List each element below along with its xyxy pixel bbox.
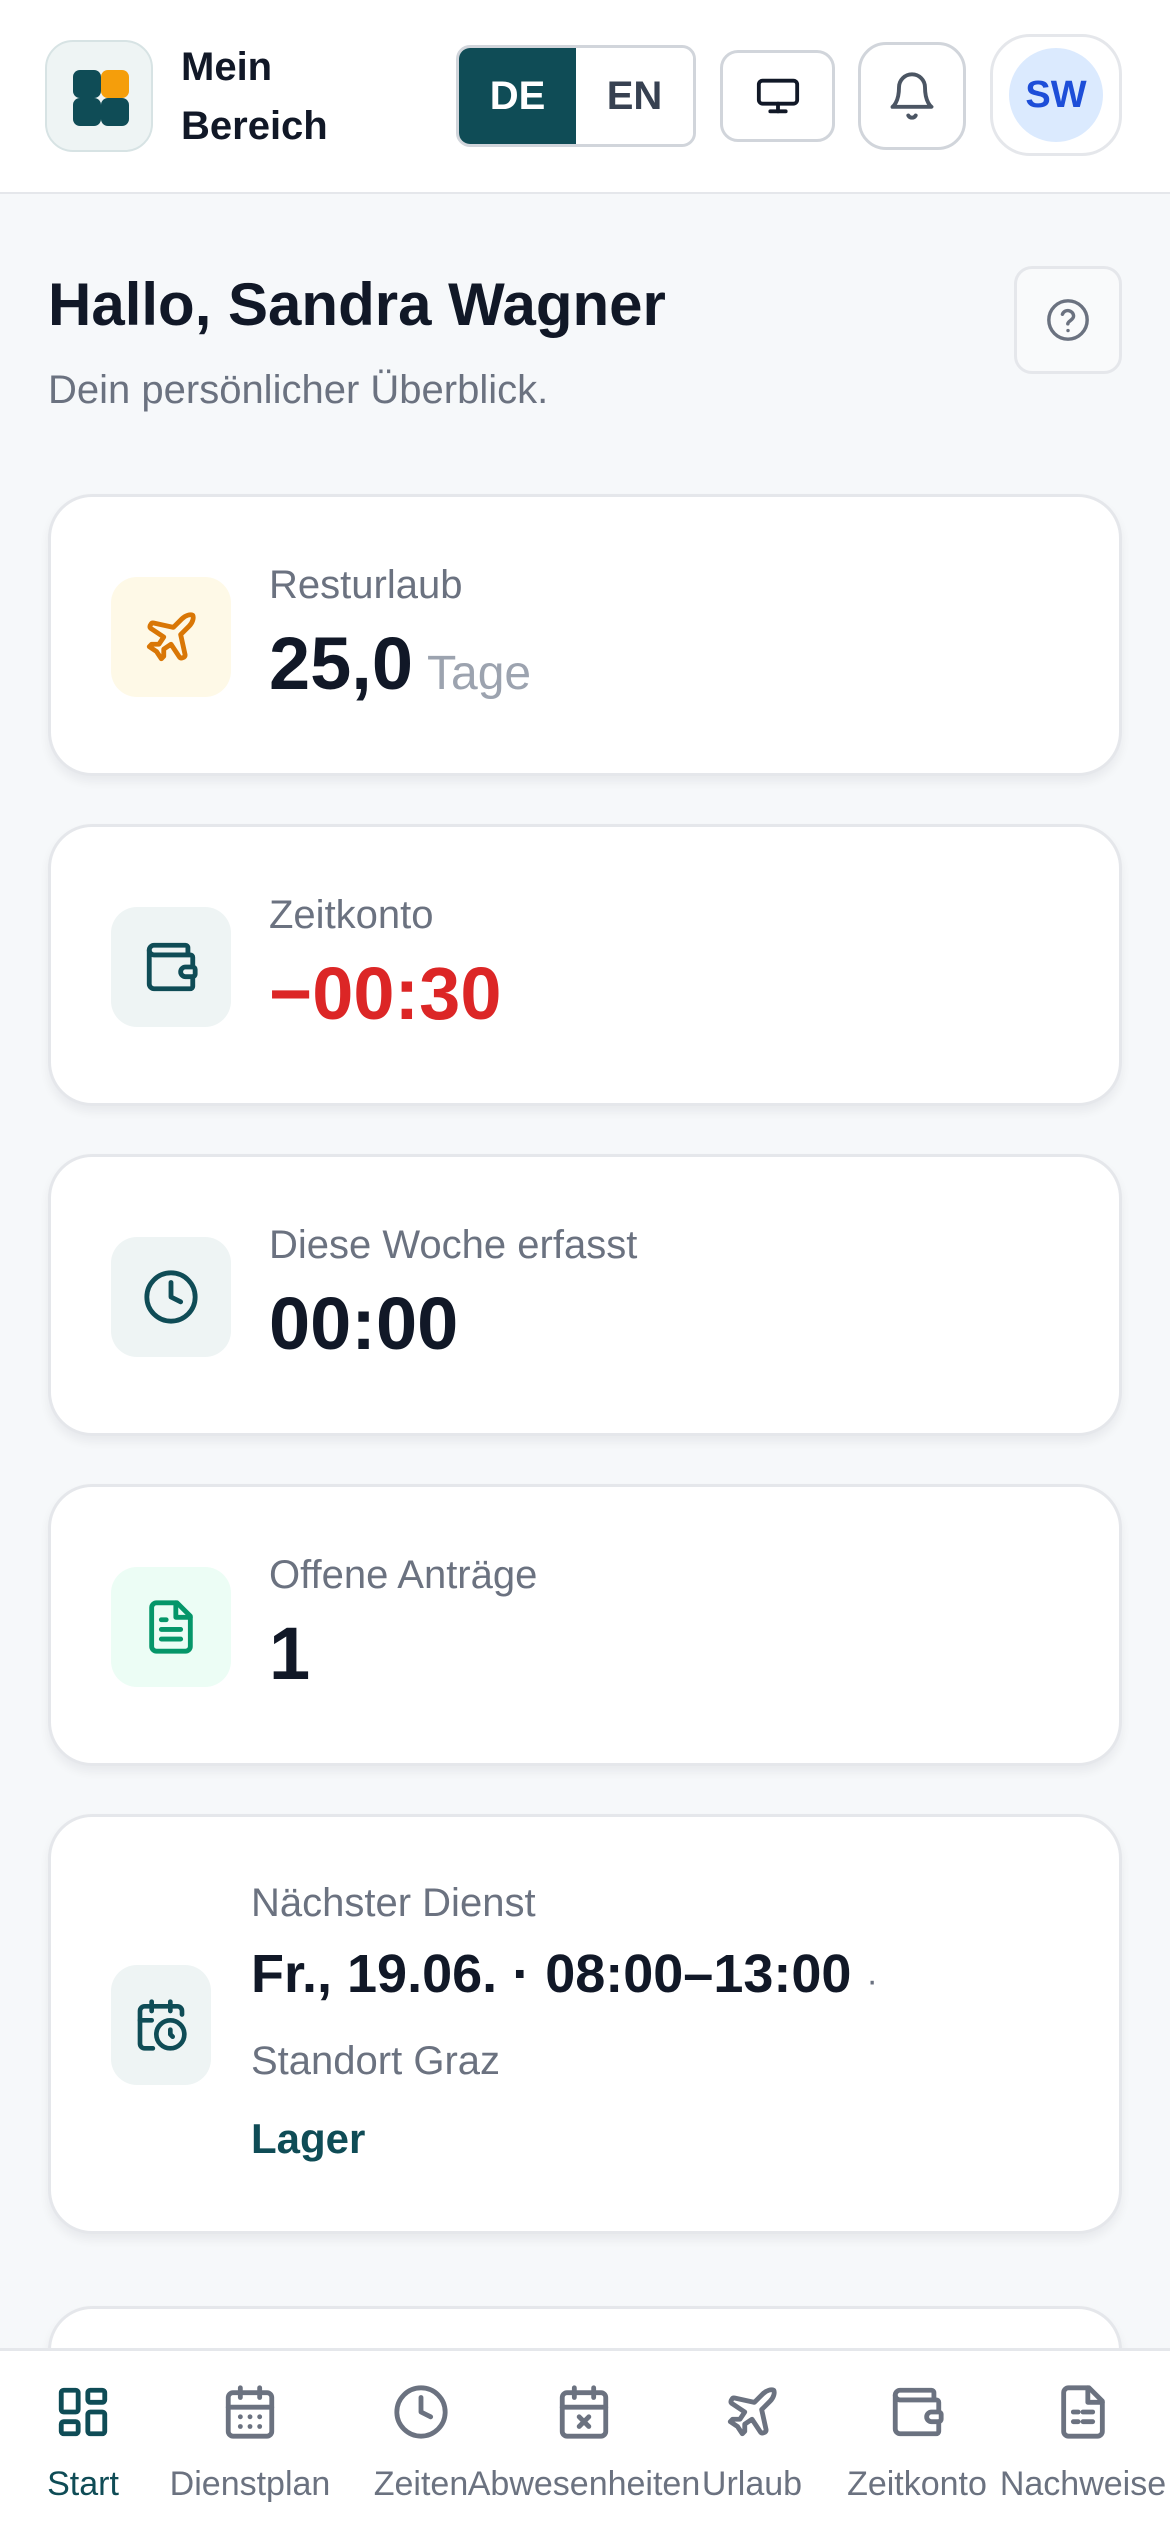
calendar-grid-icon	[225, 2385, 275, 2439]
language-switch: DE EN	[456, 45, 696, 147]
nav-item-zeitkonto[interactable]: Zeitkonto	[842, 2379, 992, 2519]
grid-logo-icon[interactable]	[45, 40, 153, 152]
next-shift-time: 08:00–13:00	[545, 1944, 852, 2004]
nav-label-abwesenheiten: Abwesenheiten	[467, 2465, 701, 2503]
next-shift-card[interactable]: Nächster Dienst Fr., 19.06. · 08:00–13:0…	[48, 1814, 1122, 2234]
nav-label-nachweise: Nachweise	[999, 2465, 1167, 2503]
nav-item-urlaub[interactable]: Urlaub	[696, 2379, 808, 2519]
next-shift-trailing-separator: ·	[866, 1962, 878, 2000]
wallet-icon	[146, 942, 198, 992]
nav-label-urlaub: Urlaub	[701, 2465, 803, 2503]
dashboard-icon	[58, 2387, 108, 2437]
help-circle-icon	[1047, 299, 1089, 341]
nav-label-zeiten: Zeiten	[373, 2465, 469, 2503]
week-hours-icon-box	[111, 1237, 231, 1357]
vacation-value-line: 25,0 Tage	[269, 621, 531, 706]
nav-item-nachweise[interactable]: Nachweise	[998, 2379, 1168, 2519]
app-title: Mein Bereich	[181, 45, 328, 148]
avatar: SW	[1009, 48, 1103, 142]
bottom-navigation: Start Dienstplan Zeiten Abwesenheiten Ur…	[0, 2348, 1170, 2532]
next-shift-date: Fr., 19.06.	[251, 1944, 498, 2004]
display-mode-button[interactable]	[720, 50, 835, 142]
nav-label-dienstplan: Dienstplan	[169, 2465, 331, 2503]
open-requests-card[interactable]: Offene Anträge 1	[48, 1484, 1122, 1766]
page-subtitle: Dein persönlicher Überblick.	[48, 368, 549, 412]
week-hours-value: 00:00	[269, 1282, 459, 1365]
language-en-button[interactable]: EN	[576, 48, 693, 144]
nav-item-abwesenheiten[interactable]: Abwesenheiten	[466, 2379, 702, 2519]
nav-item-start[interactable]: Start	[33, 2379, 133, 2519]
vacation-icon-box	[111, 577, 231, 697]
notifications-button[interactable]	[858, 42, 966, 150]
next-shift-location: Standort Graz	[251, 2039, 501, 2083]
page-title: Hallo, Sandra Wagner	[48, 271, 666, 338]
next-shift-datetime: Fr., 19.06. · 08:00–13:00 ·	[251, 1943, 878, 2005]
next-shift-area-link[interactable]: Lager	[251, 2115, 365, 2163]
vacation-value: 25,0	[269, 622, 414, 705]
next-shift-separator: ·	[512, 1944, 531, 2004]
next-shift-icon-box	[111, 1965, 211, 2085]
plane-icon	[146, 612, 196, 662]
calendar-clock-icon	[137, 1999, 187, 2051]
clock-icon	[144, 1270, 198, 1324]
time-account-value: −00:30	[269, 952, 502, 1035]
vacation-unit: Tage	[427, 647, 532, 700]
week-hours-card[interactable]: Diese Woche erfasst 00:00	[48, 1154, 1122, 1436]
next-shift-label: Nächster Dienst	[251, 1881, 536, 1925]
language-de-button[interactable]: DE	[459, 48, 576, 144]
vacation-label: Resturlaub	[269, 563, 463, 607]
week-hours-label: Diese Woche erfasst	[269, 1223, 638, 1267]
clock-icon	[394, 2385, 448, 2439]
file-list-icon	[1061, 2385, 1105, 2439]
open-requests-icon-box	[111, 1567, 231, 1687]
time-account-label: Zeitkonto	[269, 893, 434, 937]
nav-item-zeiten[interactable]: Zeiten	[366, 2379, 476, 2519]
app-header: Mein Bereich DE EN SW	[0, 0, 1170, 194]
calendar-x-icon	[559, 2385, 609, 2439]
time-account-icon-box	[111, 907, 231, 1027]
nav-label-start: Start	[47, 2465, 119, 2503]
vacation-card[interactable]: Resturlaub 25,0 Tage	[48, 494, 1122, 776]
nav-label-zeitkonto: Zeitkonto	[847, 2465, 987, 2503]
nav-item-dienstplan[interactable]: Dienstplan	[160, 2379, 340, 2519]
open-requests-value: 1	[269, 1612, 311, 1695]
wallet-icon	[892, 2387, 944, 2437]
help-button[interactable]	[1014, 266, 1122, 374]
user-menu-button[interactable]: SW	[990, 34, 1122, 156]
document-icon	[149, 1600, 193, 1654]
time-account-card[interactable]: Zeitkonto −00:30	[48, 824, 1122, 1106]
open-requests-label: Offene Anträge	[269, 1553, 538, 1597]
bell-icon	[890, 72, 934, 120]
monitor-icon	[756, 78, 799, 114]
plane-icon	[727, 2387, 777, 2437]
